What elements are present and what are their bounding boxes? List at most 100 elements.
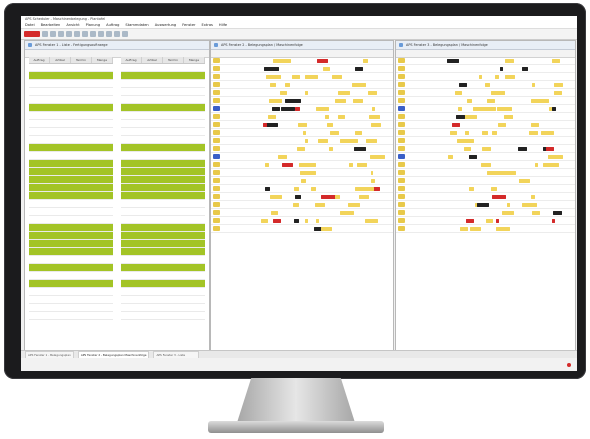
list-row[interactable]: [29, 296, 113, 304]
gantt-bar[interactable]: [554, 82, 563, 87]
gantt-bar[interactable]: [459, 226, 468, 231]
gantt-row[interactable]: [211, 129, 393, 137]
gantt-bar[interactable]: [498, 122, 506, 127]
list-row[interactable]: [121, 240, 205, 248]
gantt-row[interactable]: [211, 169, 393, 177]
gantt-bar[interactable]: [469, 186, 475, 191]
gantt-bar[interactable]: [477, 202, 490, 207]
list-row[interactable]: [29, 160, 113, 168]
gantt-bar[interactable]: [295, 106, 301, 111]
gantt-row[interactable]: [396, 153, 575, 161]
column-header[interactable]: Artikel: [142, 57, 163, 63]
gantt-bar[interactable]: [339, 138, 352, 143]
gantt-row[interactable]: [396, 129, 575, 137]
gantt-bar[interactable]: [327, 122, 333, 127]
gantt-bar[interactable]: [452, 122, 461, 127]
gantt-bar[interactable]: [545, 146, 554, 151]
gantt-row[interactable]: [396, 209, 575, 217]
gantt-bar[interactable]: [491, 194, 506, 199]
menu-item[interactable]: Ansicht: [66, 22, 79, 28]
menu-item[interactable]: Extras: [202, 22, 213, 28]
gantt-bar[interactable]: [334, 98, 346, 103]
gantt-bar[interactable]: [297, 122, 307, 127]
gantt-bar[interactable]: [302, 162, 316, 167]
menu-item[interactable]: Auftrag: [106, 22, 119, 28]
gantt-row[interactable]: [396, 105, 575, 113]
list-row[interactable]: [121, 200, 205, 208]
toolbar-button[interactable]: [74, 31, 80, 37]
gantt-bar[interactable]: [495, 226, 510, 231]
list-row[interactable]: [29, 184, 113, 192]
gantt-bar[interactable]: [518, 178, 527, 183]
gantt-bar[interactable]: [362, 58, 368, 63]
gantt-bar[interactable]: [348, 202, 360, 207]
gantt-bar[interactable]: [270, 194, 282, 199]
list-row[interactable]: [121, 72, 205, 80]
gantt-bar[interactable]: [478, 74, 483, 79]
list-row[interactable]: [121, 152, 205, 160]
gantt-bar[interactable]: [482, 130, 489, 135]
gantt-bar[interactable]: [487, 98, 495, 103]
gantt-bar[interactable]: [270, 82, 276, 87]
gantt-bar[interactable]: [310, 186, 316, 191]
gantt-bar[interactable]: [492, 130, 497, 135]
menu-item[interactable]: Fenster: [182, 22, 195, 28]
gantt-bar[interactable]: [267, 114, 276, 119]
gantt-bar[interactable]: [271, 210, 279, 215]
gantt-bar[interactable]: [285, 82, 291, 87]
gantt-bar[interactable]: [365, 218, 378, 223]
list-row[interactable]: [29, 176, 113, 184]
column-header[interactable]: Termin: [71, 57, 92, 63]
list-row[interactable]: [121, 184, 205, 192]
gantt-bar[interactable]: [550, 162, 560, 167]
gantt-bar[interactable]: [507, 202, 511, 207]
gantt-bar[interactable]: [331, 130, 340, 135]
gantt-bar[interactable]: [316, 218, 319, 223]
gantt-bar[interactable]: [370, 122, 381, 127]
gantt-bar[interactable]: [481, 146, 492, 151]
list-row[interactable]: [29, 104, 113, 112]
column-header[interactable]: Auftrag: [121, 57, 142, 63]
gantt-bar[interactable]: [272, 58, 285, 63]
gantt-bar[interactable]: [354, 130, 363, 135]
gantt-row[interactable]: [396, 81, 575, 89]
list-row[interactable]: [29, 264, 113, 272]
list-row[interactable]: [29, 168, 113, 176]
gantt-bar[interactable]: [321, 226, 332, 231]
gantt-bar[interactable]: [447, 58, 460, 63]
gantt-bar[interactable]: [314, 202, 325, 207]
list-row[interactable]: [29, 128, 113, 136]
menu-item[interactable]: Datei: [25, 22, 35, 28]
gantt-bar[interactable]: [300, 178, 306, 183]
record-button[interactable]: [24, 31, 40, 37]
list-row[interactable]: [29, 96, 113, 104]
list-row[interactable]: [121, 304, 205, 312]
list-row[interactable]: [121, 128, 205, 136]
list-row[interactable]: [29, 304, 113, 312]
gantt-bar[interactable]: [504, 58, 515, 63]
gantt-bar[interactable]: [540, 130, 555, 135]
list-row[interactable]: [29, 256, 113, 264]
list-row[interactable]: [121, 216, 205, 224]
gantt-bar[interactable]: [358, 194, 369, 199]
gantt-bar[interactable]: [306, 170, 316, 175]
gantt-bar[interactable]: [505, 114, 513, 119]
gantt-bar[interactable]: [294, 194, 302, 199]
column-header[interactable]: Menge: [92, 57, 113, 63]
list-row[interactable]: [29, 280, 113, 288]
gantt-row[interactable]: [396, 201, 575, 209]
gantt-bar[interactable]: [265, 186, 270, 191]
gantt-bar[interactable]: [354, 146, 366, 151]
gantt-row[interactable]: [211, 97, 393, 105]
gantt-bar[interactable]: [371, 106, 375, 111]
list-row[interactable]: [29, 112, 113, 120]
menu-item[interactable]: Planung: [86, 22, 100, 28]
gantt-bar[interactable]: [354, 66, 363, 71]
gantt-bar[interactable]: [331, 74, 343, 79]
gantt-row[interactable]: [396, 57, 575, 65]
list-row[interactable]: [29, 224, 113, 232]
column-header[interactable]: Menge: [184, 57, 205, 63]
gantt-bar[interactable]: [534, 162, 538, 167]
gantt-bar[interactable]: [534, 98, 542, 103]
gantt-bar[interactable]: [370, 170, 374, 175]
